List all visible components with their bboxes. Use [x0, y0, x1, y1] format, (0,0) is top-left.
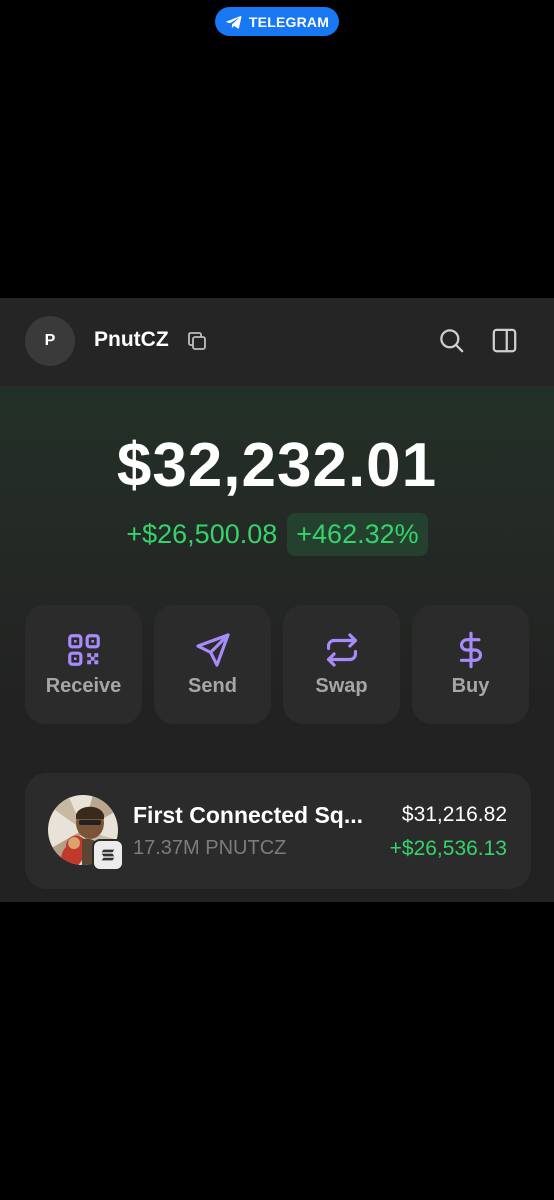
qr-code-icon — [67, 634, 100, 666]
solana-icon — [92, 839, 124, 871]
copy-icon[interactable] — [185, 329, 209, 353]
screen: TELEGRAM P PnutCZ $32,232.01 +$26,500.08… — [0, 0, 554, 1200]
account-name[interactable]: PnutCZ — [94, 328, 169, 352]
wallet-header: P PnutCZ — [0, 298, 554, 387]
buy-button[interactable]: Buy — [412, 605, 529, 724]
avatar-letter: P — [44, 332, 56, 349]
action-buttons: Receive Send Swap Buy — [25, 605, 531, 724]
receive-button[interactable]: Receive — [25, 605, 142, 724]
token-value: $31,216.82 — [401, 803, 507, 826]
balance-change-row: +$26,500.08 +462.32% — [0, 513, 554, 556]
buy-label: Buy — [451, 675, 490, 697]
token-amount: 17.37M PNUTCZ — [133, 837, 287, 859]
avatar[interactable]: P — [25, 316, 75, 366]
swap-button[interactable]: Swap — [283, 605, 400, 724]
side-panel-icon[interactable] — [491, 327, 518, 354]
telegram-icon — [225, 15, 242, 29]
receive-label: Receive — [45, 675, 122, 697]
balance-change-amount: +$26,500.08 — [126, 519, 278, 549]
send-button[interactable]: Send — [154, 605, 271, 724]
search-icon[interactable] — [438, 327, 465, 354]
send-label: Send — [188, 675, 237, 697]
total-balance: $32,232.01 — [116, 431, 438, 500]
wallet-panel: P PnutCZ $32,232.01 +$26,500.08 +462.32% — [0, 298, 554, 902]
token-row[interactable]: First Connected Sq... 17.37M PNUTCZ $31,… — [25, 773, 531, 889]
telegram-label: TELEGRAM — [248, 13, 330, 30]
send-icon — [195, 633, 230, 667]
swap-icon — [326, 633, 357, 667]
telegram-pill[interactable]: TELEGRAM — [215, 7, 339, 36]
wallet-body: $32,232.01 +$26,500.08 +462.32% Receive … — [0, 387, 554, 902]
token-name: First Connected Sq... — [133, 802, 364, 828]
token-change: +$26,536.13 — [389, 837, 507, 860]
balance-change-percent-badge: +462.32% — [287, 513, 428, 556]
swap-label: Swap — [315, 675, 368, 697]
dollar-icon — [459, 631, 482, 669]
